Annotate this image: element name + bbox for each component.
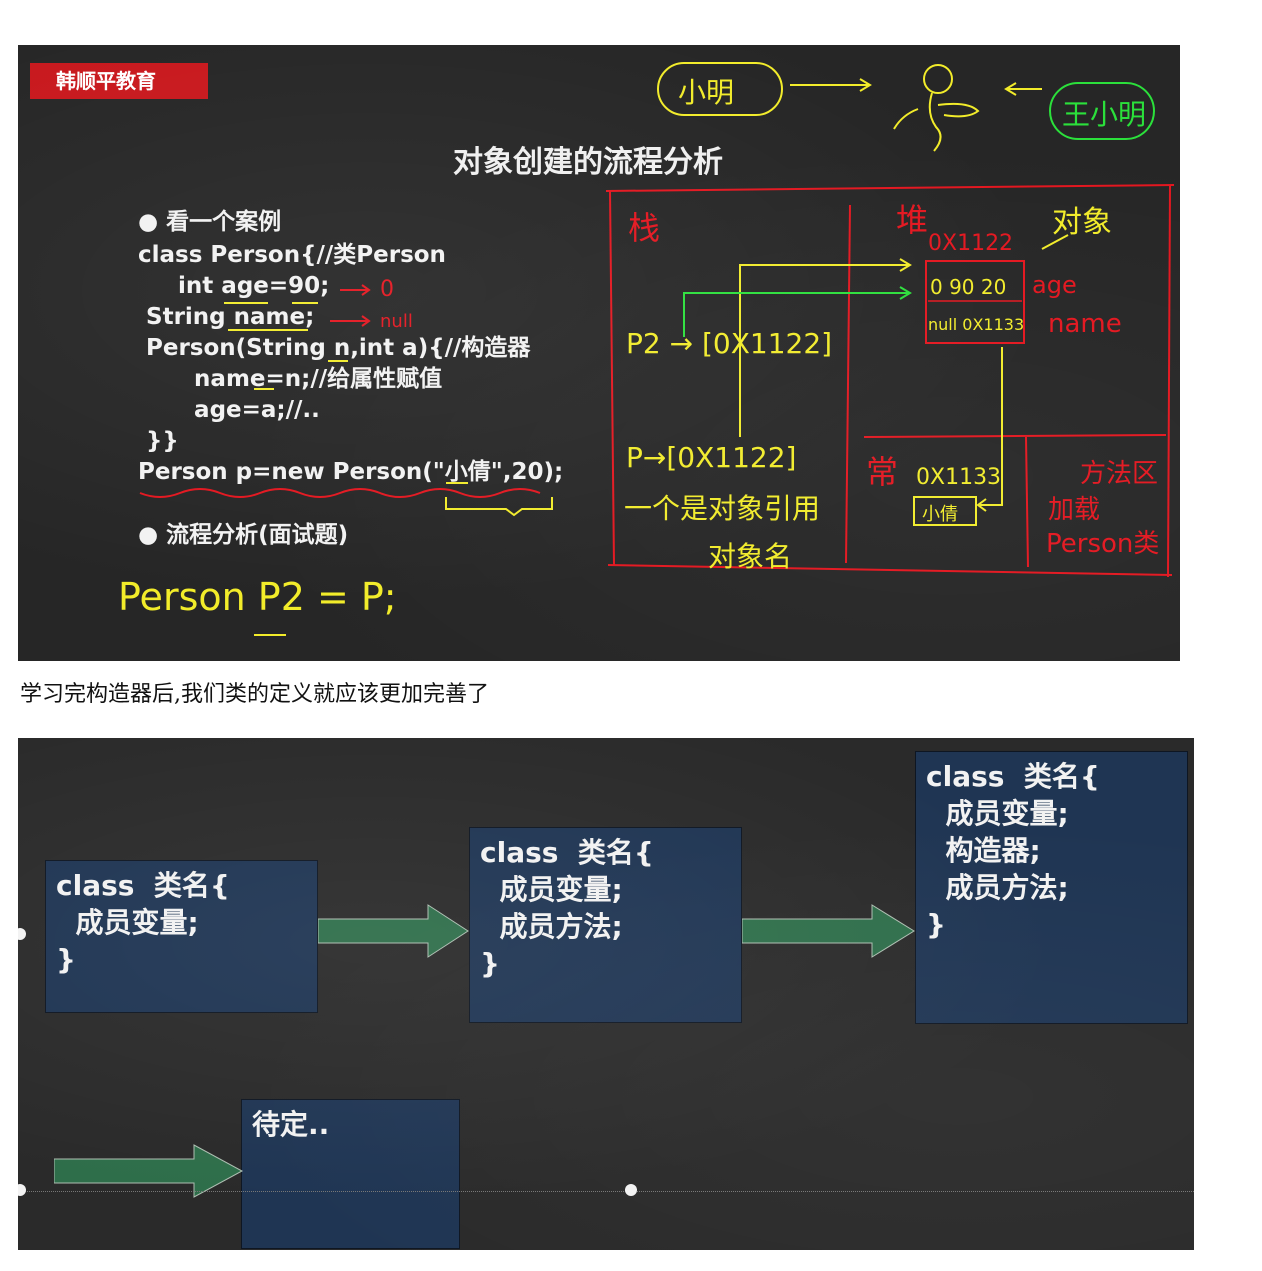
- hw-method-area: 方法区: [1080, 459, 1159, 489]
- hw-age-value: 0 90 20: [930, 275, 1007, 299]
- hw-xiaoming: 小明: [678, 76, 735, 109]
- hw-name-value: null 0X1133: [928, 315, 1025, 334]
- hw-assignment: Person P2 = P;: [118, 575, 397, 619]
- hw-wangxiaoming: 王小明: [1062, 98, 1147, 131]
- hw-addr-heap: 0X1122: [928, 231, 1014, 256]
- hw-heap: 堆: [896, 201, 929, 239]
- hw-age-zero: 0: [380, 277, 394, 302]
- class-box-fields-methods: class 类名{ 成员变量; 成员方法; }: [469, 827, 742, 1023]
- hw-loading: 加载: [1048, 495, 1101, 525]
- hw-name-null: null: [380, 311, 413, 332]
- hw-p2-ref: P2 → [0X1122]: [626, 327, 833, 360]
- chalk-annotations: [139, 62, 1175, 636]
- caption-text: 学习完构造器后,我们类的定义就应该更加完善了: [20, 682, 489, 707]
- hw-xiaoqian: 小倩: [922, 504, 958, 525]
- hw-constant: 常: [866, 453, 899, 491]
- slide-class-evolution: class 类名{ 成员变量; } class 类名{ 成员变量; 成员方法; …: [18, 738, 1194, 1250]
- class-box-tbd: 待定..: [241, 1099, 460, 1249]
- class-box-full: class 类名{ 成员变量; 构造器; 成员方法; }: [915, 751, 1188, 1024]
- hw-addr-const: 0X1133: [916, 465, 1002, 490]
- hw-name-label: name: [1048, 309, 1122, 339]
- class-box-fields: class 类名{ 成员变量; }: [45, 860, 318, 1013]
- hw-person-class: Person类: [1046, 529, 1160, 559]
- arrow-1-icon: [318, 904, 469, 958]
- dot-marker: [18, 1184, 26, 1196]
- slide-object-creation: 韩顺平教育 对象创建的流程分析 看一个案例 class Person{//类Pe…: [18, 45, 1180, 661]
- hw-reference-note: 一个是对象引用: [624, 492, 821, 525]
- hw-p-ref: P→[0X1122]: [626, 441, 797, 474]
- dot-marker: [18, 928, 26, 940]
- hw-age-label: age: [1032, 271, 1077, 299]
- hw-stack: 栈: [628, 209, 661, 247]
- hw-object: 对象: [1052, 205, 1112, 240]
- hw-object-name: 对象名: [708, 540, 793, 573]
- divider-line: [18, 1191, 1194, 1192]
- arrow-2-icon: [742, 904, 915, 958]
- dot-marker: [625, 1184, 637, 1196]
